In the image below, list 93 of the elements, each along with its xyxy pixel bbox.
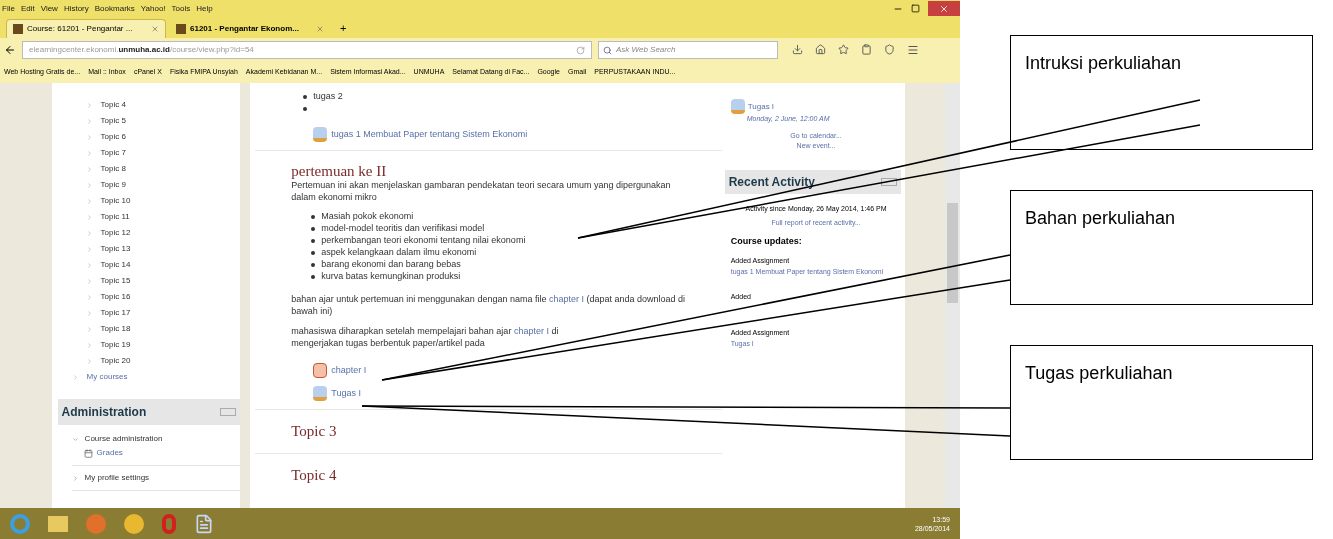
bookmark-star-icon[interactable] <box>838 44 849 55</box>
sidebar-topic[interactable]: Topic 17 <box>100 307 131 319</box>
sidebar-topic[interactable]: Topic 7 <box>100 147 126 159</box>
bullet-icon <box>311 215 316 219</box>
section-title: pertemuan ke II <box>291 163 388 179</box>
annotation-box: Intruksi perkuliahan <box>1010 35 1313 150</box>
topic-heading: Topic 3 <box>291 423 337 439</box>
menu-icon[interactable] <box>907 44 919 56</box>
search-field[interactable]: Ask Web Search <box>598 41 778 59</box>
menu-item[interactable]: File <box>2 2 15 15</box>
sidebar-link[interactable]: My courses <box>86 371 128 383</box>
back-icon[interactable] <box>4 44 16 56</box>
menu-item[interactable]: View <box>40 2 58 15</box>
list-item: Masiah pokok ekonomi <box>321 210 414 224</box>
search-icon <box>603 45 612 55</box>
sidebar-topic[interactable]: Topic 19 <box>100 339 131 351</box>
maximize-icon[interactable] <box>911 4 920 13</box>
resource-link[interactable]: chapter I <box>331 363 367 378</box>
list-item: tugas 2 <box>313 90 343 104</box>
browser-icon[interactable] <box>124 513 144 534</box>
sidebar-topic[interactable]: Topic 14 <box>100 259 131 271</box>
admin-item[interactable]: My profile settings <box>84 472 150 484</box>
address-field[interactable]: elearningcenter.ekonomi.unmuha.ac.id/course/view.php?id=54 <box>22 41 592 59</box>
bullet-icon <box>311 251 316 255</box>
download-icon[interactable] <box>792 44 803 55</box>
document-icon <box>313 386 328 401</box>
sidebar-topic[interactable]: Topic 6 <box>100 131 126 143</box>
paragraph: mahasiswa diharapkan setelah mempelajari bahan ajar chapter I di mengerjakan tugas berbentuk paper/artikel pada <box>291 325 560 349</box>
bullet-icon <box>311 239 316 243</box>
bullet-icon <box>303 95 308 99</box>
sidebar-topic[interactable]: Topic 5 <box>100 115 126 127</box>
admin-link[interactable]: Grades <box>96 447 123 459</box>
list-item: kurva batas kemungkinan produksi <box>321 270 461 284</box>
file-link[interactable]: chapter I <box>513 326 549 336</box>
sidebar-topic[interactable]: Topic 13 <box>100 243 131 255</box>
scrollbar[interactable] <box>945 83 960 508</box>
sidebar-topic[interactable]: Topic 10 <box>100 195 131 207</box>
menu-item[interactable]: Yahoo! <box>140 2 166 15</box>
home-icon[interactable] <box>815 44 826 55</box>
grades-icon <box>83 448 93 458</box>
sidebar-topic[interactable]: Topic 16 <box>100 291 131 303</box>
menu-item[interactable]: Edit <box>20 2 35 15</box>
bullet-icon <box>311 227 316 231</box>
assignment-link[interactable]: tugas 1 Membuat Paper tentang Sistem Ekonomi <box>331 127 528 142</box>
file-icon <box>313 363 328 378</box>
updates-title: Course updates: <box>730 234 803 248</box>
menu-item[interactable]: History <box>63 2 89 15</box>
annotation-box: Tugas perkuliahan <box>1010 345 1313 460</box>
close-button[interactable] <box>928 1 960 16</box>
list-item: aspek kelangkaan dalam ilmu ekonomi <box>321 246 477 260</box>
search-input[interactable]: Ask Web Search <box>616 44 756 56</box>
document-icon <box>313 127 328 142</box>
sidebar-topic[interactable]: Topic 4 <box>100 99 126 111</box>
clipboard-icon[interactable] <box>861 44 872 55</box>
file-link[interactable]: chapter I <box>548 294 584 304</box>
sidebar-topic[interactable]: Topic 9 <box>100 179 126 191</box>
document-icon[interactable] <box>194 513 214 534</box>
sidebar-topic[interactable]: Topic 12 <box>100 227 131 239</box>
section-description: Pertemuan ini akan menjelaskan gambaran pendekatan teori secara umum yang dipergunakan dalam ekonomi mikro <box>291 179 672 203</box>
tab-close-icon[interactable] <box>151 25 159 33</box>
list-item: barang ekonomi dan barang bebas <box>321 258 461 272</box>
event-link[interactable]: Tugas I <box>747 100 775 113</box>
block-controls-icon[interactable] <box>881 177 898 186</box>
block-title: Recent Activity <box>728 173 815 191</box>
new-tab-button[interactable]: + <box>334 19 353 38</box>
sidebar-topic[interactable]: Topic 18 <box>100 323 131 335</box>
menu-item[interactable]: Bookmarks <box>94 2 135 15</box>
bullet-icon <box>311 263 316 267</box>
topic-heading: Topic 4 <box>291 466 337 483</box>
collapsed-icon[interactable] <box>71 474 79 482</box>
shield-icon[interactable] <box>884 44 895 55</box>
browser-tab[interactable]: 61201 - Pengantar Ekonom... <box>170 19 330 38</box>
tab-close-icon[interactable] <box>316 24 324 33</box>
folder-icon[interactable] <box>48 515 68 532</box>
list-item: perkembangan teori ekonomi tentang nilai ekonomi <box>321 234 526 248</box>
annotation-box: Bahan perkuliahan <box>1010 190 1313 305</box>
sidebar-topic[interactable]: Topic 15 <box>100 275 131 287</box>
paragraph: bahan ajar untuk pertemuan ini menggunakan dengan nama file chapter I (dapat anda download di bawah ini) <box>291 293 687 317</box>
sidebar-topic[interactable]: Topic 20 <box>100 355 131 367</box>
document-icon <box>730 99 745 114</box>
browser-tab[interactable]: Course: 61201 - Pengantar ... <box>6 19 166 38</box>
menu-item[interactable]: Help <box>196 2 213 15</box>
expanded-icon[interactable] <box>71 435 79 443</box>
sidebar-topic[interactable]: Topic 8 <box>100 163 126 175</box>
reload-icon[interactable] <box>576 45 585 55</box>
admin-item[interactable]: Course administration <box>84 433 163 445</box>
close-icon <box>939 3 949 14</box>
resource-link[interactable]: Tugas I <box>331 386 361 401</box>
list-item: model-model teoritis dan verifikasi model <box>321 222 485 236</box>
block-title: Administration <box>61 404 147 421</box>
bullet-icon <box>311 275 316 279</box>
sidebar-topic[interactable]: Topic 11 <box>100 211 130 223</box>
menu-item[interactable]: Tools <box>171 2 191 15</box>
